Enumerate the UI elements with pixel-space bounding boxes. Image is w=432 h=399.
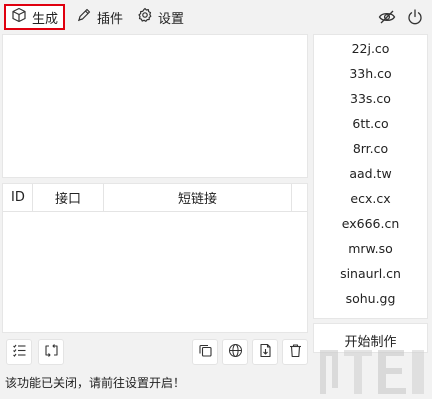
generate-tab[interactable]: 生成 — [4, 4, 65, 30]
swap-button[interactable] — [38, 339, 64, 365]
status-message: 该功能已关闭，请前往设置开启！ — [5, 376, 186, 390]
delete-button[interactable] — [282, 339, 308, 365]
generate-label: 生成 — [31, 11, 58, 27]
results-table: ID 接口 短链接 — [2, 183, 308, 333]
column-header-id[interactable]: ID — [3, 184, 33, 211]
domain-list-panel: 22j.co 33h.co 33s.co 6tt.co 8rr.co aad.tw ecx.… — [313, 34, 428, 319]
domain-item[interactable]: 6tt.co — [314, 111, 427, 136]
checklist-icon — [12, 343, 27, 361]
domain-item[interactable]: sohu.gg — [314, 286, 427, 311]
www-globe-icon — [228, 343, 243, 361]
domain-item[interactable]: sinaurl.cn — [314, 261, 427, 286]
domain-item[interactable]: ex666.cn — [314, 211, 427, 236]
column-header-short-link[interactable]: 短链接 — [104, 184, 292, 211]
web-button[interactable] — [222, 339, 248, 365]
eye-off-icon[interactable] — [378, 8, 396, 26]
plugins-label: 插件 — [97, 11, 124, 27]
domain-item[interactable]: 22j.co — [314, 36, 427, 61]
settings-label: 设置 — [158, 11, 185, 27]
export-button[interactable] — [252, 339, 278, 365]
domain-list: 22j.co 33h.co 33s.co 6tt.co 8rr.co aad.tw ecx.… — [314, 35, 427, 318]
export-document-icon — [258, 343, 273, 361]
swap-icon — [44, 343, 59, 361]
top-toolbar: 生成 插件 设置 — [0, 0, 432, 34]
domain-item[interactable]: aad.tw — [314, 161, 427, 186]
column-header-api[interactable]: 接口 — [33, 184, 104, 211]
trash-icon — [288, 343, 303, 361]
domain-item[interactable]: 33h.co — [314, 61, 427, 86]
pencil-icon — [76, 7, 92, 27]
url-input-area[interactable] — [2, 34, 308, 178]
bottom-toolbar — [0, 336, 308, 368]
domain-item[interactable]: ecx.cx — [314, 186, 427, 211]
column-header-filler — [292, 184, 307, 211]
checklist-button[interactable] — [6, 339, 32, 365]
table-header: ID 接口 短链接 — [3, 184, 307, 212]
copy-icon — [198, 343, 213, 361]
domain-item[interactable]: mrw.so — [314, 236, 427, 261]
domain-item[interactable]: t.cn — [314, 311, 427, 318]
gear-icon — [137, 7, 153, 27]
power-icon[interactable] — [406, 8, 424, 26]
copy-button[interactable] — [192, 339, 218, 365]
domain-item[interactable]: 33s.co — [314, 86, 427, 111]
settings-tab[interactable]: 设置 — [133, 4, 188, 30]
domain-item[interactable]: 8rr.co — [314, 136, 427, 161]
start-button[interactable]: 开始制作 — [313, 323, 428, 353]
cube-icon — [11, 7, 27, 27]
plugins-tab[interactable]: 插件 — [72, 4, 127, 30]
